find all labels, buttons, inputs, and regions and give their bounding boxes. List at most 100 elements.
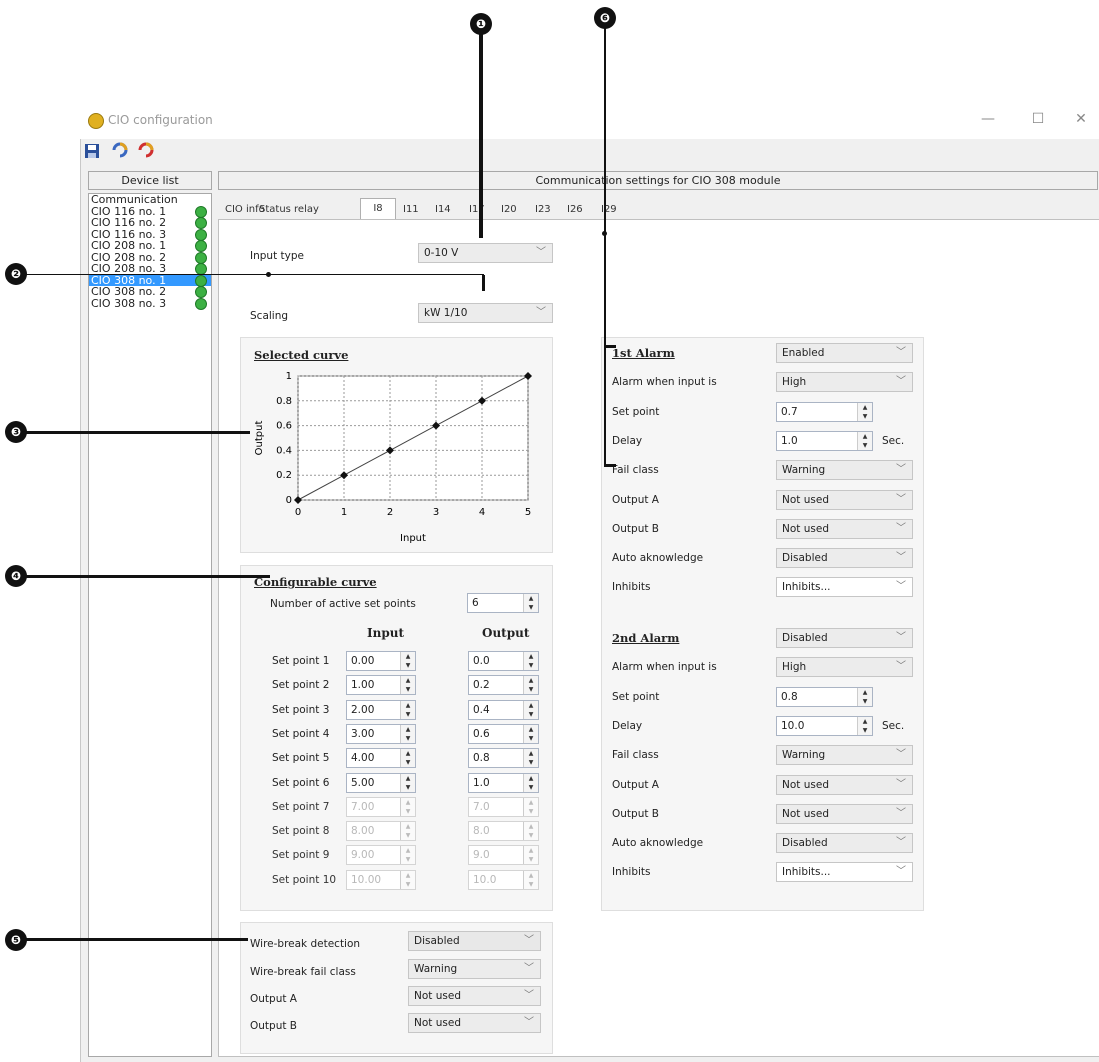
stepper-arrows-icon[interactable]: ▲ ▼	[523, 594, 538, 612]
setpoint-input-field[interactable]: 1.00 ▲ ▼	[346, 675, 416, 696]
stepper-arrows-icon[interactable]: ▲ ▼	[400, 700, 415, 719]
setpoint-input-value: 0.00	[351, 655, 375, 667]
chevron-down-icon: ﹀	[896, 778, 906, 790]
stepper-arrows-icon[interactable]: ▲ ▼	[400, 773, 415, 792]
alarm1-output_a-select[interactable]: Not used ﹀	[776, 489, 913, 510]
tab-i11[interactable]: I11	[400, 200, 422, 220]
title-bar	[80, 103, 1099, 139]
alarm1-inhibits-select[interactable]: Inhibits... ﹀	[776, 577, 913, 598]
alarm2-fail_class-label: Fail class	[612, 749, 659, 762]
setpoint-input-field[interactable]: 0.00 ▲ ▼	[346, 651, 416, 671]
setpoint-input-value: 4.00	[351, 752, 375, 765]
stepper-arrows-icon[interactable]: ▲ ▼	[523, 700, 538, 719]
setpoint-input-field[interactable]: 4.00 ▲ ▼	[346, 748, 416, 769]
stepper-arrows-icon[interactable]: ▲ ▼	[400, 724, 415, 743]
setpoint-output-field[interactable]: 1.0 ▲ ▼	[468, 772, 539, 793]
alarm1-fail_class-select[interactable]: Warning ﹀	[776, 460, 913, 481]
wire-break-output-a-select[interactable]: Not used ﹀	[408, 986, 541, 1006]
callout-2-tick	[482, 275, 485, 291]
active-setpoints-stepper[interactable]: 6 ▲ ▼	[467, 593, 539, 613]
stepper-arrows-icon: ▲ ▼	[400, 822, 415, 841]
alarm2-setpoint-stepper[interactable]: 0.8 ▲ ▼	[776, 686, 873, 707]
device-list[interactable]: Communication CIO 116 no. 1 CIO 116 no. 2C…	[88, 193, 212, 1057]
tab-i17[interactable]: I17	[466, 200, 488, 220]
callout-2: ❷	[5, 263, 27, 285]
tab-i14[interactable]: I14	[432, 200, 454, 220]
alarm2-delay-value: 10.0	[781, 719, 805, 732]
chevron-down-icon: ﹀	[896, 376, 906, 388]
setpoint-output-field[interactable]: 0.6 ▲ ▼	[468, 723, 539, 744]
stepper-arrows-icon[interactable]: ▲ ▼	[523, 676, 538, 695]
save-icon[interactable]	[84, 143, 100, 159]
setpoint-output-field[interactable]: 0.8 ▲ ▼	[468, 748, 539, 769]
y-tick-label: 0.2	[276, 470, 292, 481]
stepper-arrows-icon[interactable]: ▲ ▼	[523, 773, 538, 792]
wire-break-output-b-select[interactable]: Not used ﹀	[408, 1013, 541, 1033]
chevron-down-icon: ﹀	[896, 522, 906, 534]
alarm1-enabled-select[interactable]: Enabled ﹀	[776, 343, 913, 363]
alarm1-output_b-label: Output B	[612, 522, 660, 535]
tab-status-relay[interactable]: Status relay	[256, 200, 322, 220]
tab-i20[interactable]: I20	[498, 200, 520, 220]
status-ok-icon	[195, 228, 207, 241]
alarm2-fail_class-select[interactable]: Warning ﹀	[776, 745, 913, 766]
chevron-down-icon: ﹀	[896, 493, 906, 505]
alarms-group	[601, 337, 924, 911]
callout-6: ❻	[594, 7, 616, 29]
stepper-arrows-icon[interactable]: ▲ ▼	[400, 676, 415, 695]
maximize-button[interactable]: ☐	[1023, 111, 1053, 127]
callout-6-tick-1	[604, 345, 616, 348]
alarm1-setpoint-stepper[interactable]: 0.7 ▲ ▼	[776, 401, 873, 422]
setpoint-output-field[interactable]: 0.2 ▲ ▼	[468, 675, 539, 696]
setpoint-input-field[interactable]: 5.00 ▲ ▼	[346, 772, 416, 793]
alarm1-ack-select[interactable]: Disabled ﹀	[776, 548, 913, 569]
refresh-icon[interactable]	[110, 141, 130, 159]
y-tick-label: 0	[286, 495, 292, 506]
chevron-down-icon: ﹀	[536, 307, 546, 318]
setpoint-output-field[interactable]: 0.0 ▲ ▼	[468, 651, 539, 671]
tab-i23[interactable]: I23	[532, 200, 554, 220]
close-button[interactable]: ✕	[1066, 111, 1096, 127]
scaling-select[interactable]: kW 1/10 ﹀	[418, 303, 553, 323]
tab-i8[interactable]: I8	[360, 198, 396, 221]
alarm2-inhibits-select[interactable]: Inhibits... ﹀	[776, 862, 913, 883]
setpoint-input-field[interactable]: 3.00 ▲ ▼	[346, 723, 416, 744]
setpoint-output-value: 1.0	[473, 776, 490, 789]
alarm1-output_b-select[interactable]: Not used ﹀	[776, 518, 913, 539]
alarm2-ack-select[interactable]: Disabled ﹀	[776, 833, 913, 854]
stepper-arrows-icon[interactable]: ▲ ▼	[857, 687, 872, 706]
tab-i26[interactable]: I26	[564, 200, 586, 220]
setpoint-input-field[interactable]: 2.00 ▲ ▼	[346, 699, 416, 720]
stepper-arrows-icon[interactable]: ▲ ▼	[857, 716, 872, 735]
device-list-item[interactable]: CIO 308 no. 3	[89, 297, 211, 310]
alarm2-output_b-select[interactable]: Not used ﹀	[776, 803, 913, 824]
setpoint-input-value: 3.00	[351, 727, 375, 740]
input-type-select[interactable]: 0-10 V ﹀	[418, 243, 553, 263]
alarm2-output_a-select[interactable]: Not used ﹀	[776, 774, 913, 795]
minimize-button[interactable]: —	[973, 111, 1003, 127]
alarm2-when-select[interactable]: High ﹀	[776, 657, 913, 678]
active-setpoints-label: Number of active set points	[270, 598, 416, 610]
alarm2-enabled-select[interactable]: Disabled ﹀	[776, 628, 913, 648]
stepper-arrows-icon[interactable]: ▲ ▼	[400, 749, 415, 768]
stepper-arrows-icon[interactable]: ▲ ▼	[400, 652, 415, 670]
setpoint-output-field[interactable]: 0.4 ▲ ▼	[468, 699, 539, 720]
wire-break-fail-class-select[interactable]: Warning ﹀	[408, 959, 541, 979]
setpoint-label: Set point 7	[272, 800, 330, 813]
alarm1-when-select[interactable]: High ﹀	[776, 372, 913, 393]
revert-icon[interactable]	[136, 141, 156, 159]
alarm1-when-value: High	[782, 376, 807, 389]
stepper-arrows-icon[interactable]: ▲ ▼	[523, 652, 538, 670]
alarm1-title: 1st Alarm	[612, 346, 675, 360]
stepper-arrows-icon[interactable]: ▲ ▼	[523, 749, 538, 768]
alarm1-setpoint-value: 0.7	[781, 405, 798, 418]
wire-break-detection-select[interactable]: Disabled ﹀	[408, 931, 541, 951]
stepper-arrows-icon[interactable]: ▲ ▼	[857, 431, 872, 450]
stepper-arrows-icon[interactable]: ▲ ▼	[857, 402, 872, 421]
tab-i29[interactable]: I29	[598, 200, 620, 220]
stepper-arrows-icon: ▲ ▼	[523, 870, 538, 889]
alarm1-setpoint-label: Set point	[612, 405, 660, 418]
alarm1-delay-stepper[interactable]: 1.0 ▲ ▼	[776, 430, 873, 451]
alarm2-delay-stepper[interactable]: 10.0 ▲ ▼	[776, 715, 873, 736]
stepper-arrows-icon[interactable]: ▲ ▼	[523, 724, 538, 743]
